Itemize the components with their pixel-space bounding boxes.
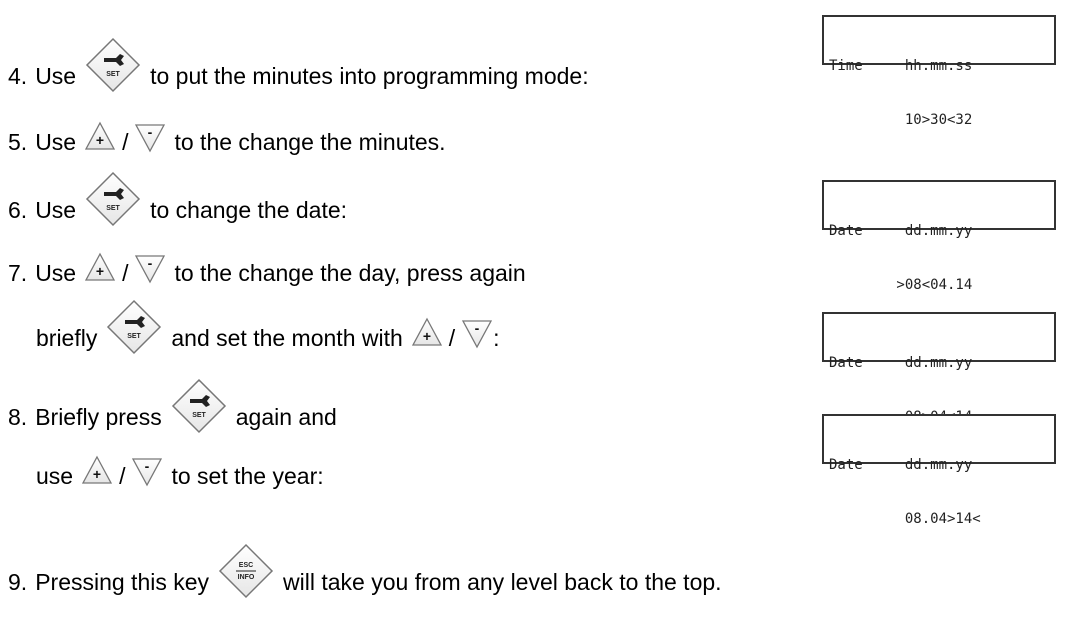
plus-key-icon: + — [82, 455, 113, 484]
svg-text:-: - — [145, 458, 150, 474]
minus-key-icon: - — [132, 458, 163, 487]
step-number: 6. — [8, 196, 28, 223]
lcd-line-1: Date dd.mm.yy — [829, 223, 973, 239]
step-text: briefly — [36, 324, 98, 351]
step-4: 4. Use SET to put the minutes into progr… — [8, 37, 589, 96]
step-text: to set the year: — [171, 462, 324, 489]
minus-key-icon: - — [462, 320, 493, 349]
step-number: 5. — [8, 128, 28, 155]
step-8: 8. Briefly press SET again and — [8, 378, 337, 437]
lcd-display-time: Time hh.mm.ss 10>30<32 — [822, 15, 1056, 128]
step-number: 4. — [8, 62, 28, 89]
set-key-icon: SET — [86, 37, 141, 93]
svg-text:SET: SET — [128, 333, 142, 340]
step-text: use — [36, 462, 74, 489]
step-7-continued: briefly SET and set the month with + / -… — [36, 299, 500, 358]
step-text: Briefly press — [35, 403, 162, 430]
step-9: 9. Pressing this key ESC INFO will take … — [8, 543, 722, 602]
set-key-icon: SET — [107, 299, 162, 355]
step-text: to change the date: — [150, 196, 348, 223]
set-key-icon: SET — [171, 378, 226, 434]
step-text: will take you from any level back to the… — [283, 568, 722, 595]
step-text: to the change the day, press again — [174, 259, 526, 286]
step-number: 9. — [8, 568, 28, 595]
esc-info-key-icon: ESC INFO — [218, 543, 274, 599]
lcd-line-1: Date dd.mm.yy — [829, 457, 973, 473]
set-key-icon: SET — [86, 171, 141, 227]
svg-text:+: + — [423, 328, 431, 344]
svg-text:+: + — [96, 263, 104, 279]
lcd-display-date-year: Date dd.mm.yy 08.04>14< — [822, 414, 1056, 527]
step-text: Use — [35, 128, 77, 155]
minus-key-icon: - — [135, 255, 166, 284]
step-text: Use — [35, 259, 77, 286]
step-text: Use — [35, 62, 77, 89]
step-6: 6. Use SET to change the date: — [8, 171, 348, 230]
step-text: to put the minutes into programming mode… — [150, 62, 589, 89]
svg-text:+: + — [93, 466, 101, 482]
step-7: 7. Use + / - to the change the day, pres… — [8, 252, 526, 293]
svg-text:-: - — [475, 320, 480, 336]
step-text: Pressing this key — [35, 568, 210, 595]
minus-key-icon: - — [135, 124, 166, 153]
svg-text:SET: SET — [192, 412, 206, 419]
lcd-display-date-day: Date dd.mm.yy >08<04.14 — [822, 180, 1056, 293]
step-number: 7. — [8, 259, 28, 286]
lcd-line-2: 08.04>14< — [829, 511, 981, 527]
step-text: : — [493, 324, 500, 351]
plus-key-icon: + — [411, 317, 442, 346]
lcd-line-2: 10>30<32 — [829, 112, 973, 128]
step-text: Use — [35, 196, 77, 223]
step-text: and set the month with — [171, 324, 403, 351]
svg-text:-: - — [148, 124, 153, 140]
step-text: to the change the minutes. — [174, 128, 446, 155]
step-5: 5. Use + / - to the change the minutes. — [8, 121, 446, 162]
lcd-line-1: Date dd.mm.yy — [829, 355, 973, 371]
step-8-continued: use + / - to set the year: — [36, 455, 324, 496]
svg-text:ESC: ESC — [239, 562, 253, 569]
step-text: again and — [235, 403, 337, 430]
plus-key-icon: + — [85, 252, 116, 281]
step-number: 8. — [8, 403, 28, 430]
lcd-line-2: >08<04.14 — [829, 277, 973, 293]
svg-text:-: - — [148, 255, 153, 271]
plus-key-icon: + — [85, 121, 116, 150]
svg-text:INFO: INFO — [238, 574, 255, 581]
lcd-line-1: Time hh.mm.ss — [829, 58, 973, 74]
lcd-display-date-month: Date dd.mm.yy 08>04<14 — [822, 312, 1056, 425]
svg-text:+: + — [96, 132, 104, 148]
svg-text:SET: SET — [106, 71, 120, 78]
svg-text:SET: SET — [106, 205, 120, 212]
